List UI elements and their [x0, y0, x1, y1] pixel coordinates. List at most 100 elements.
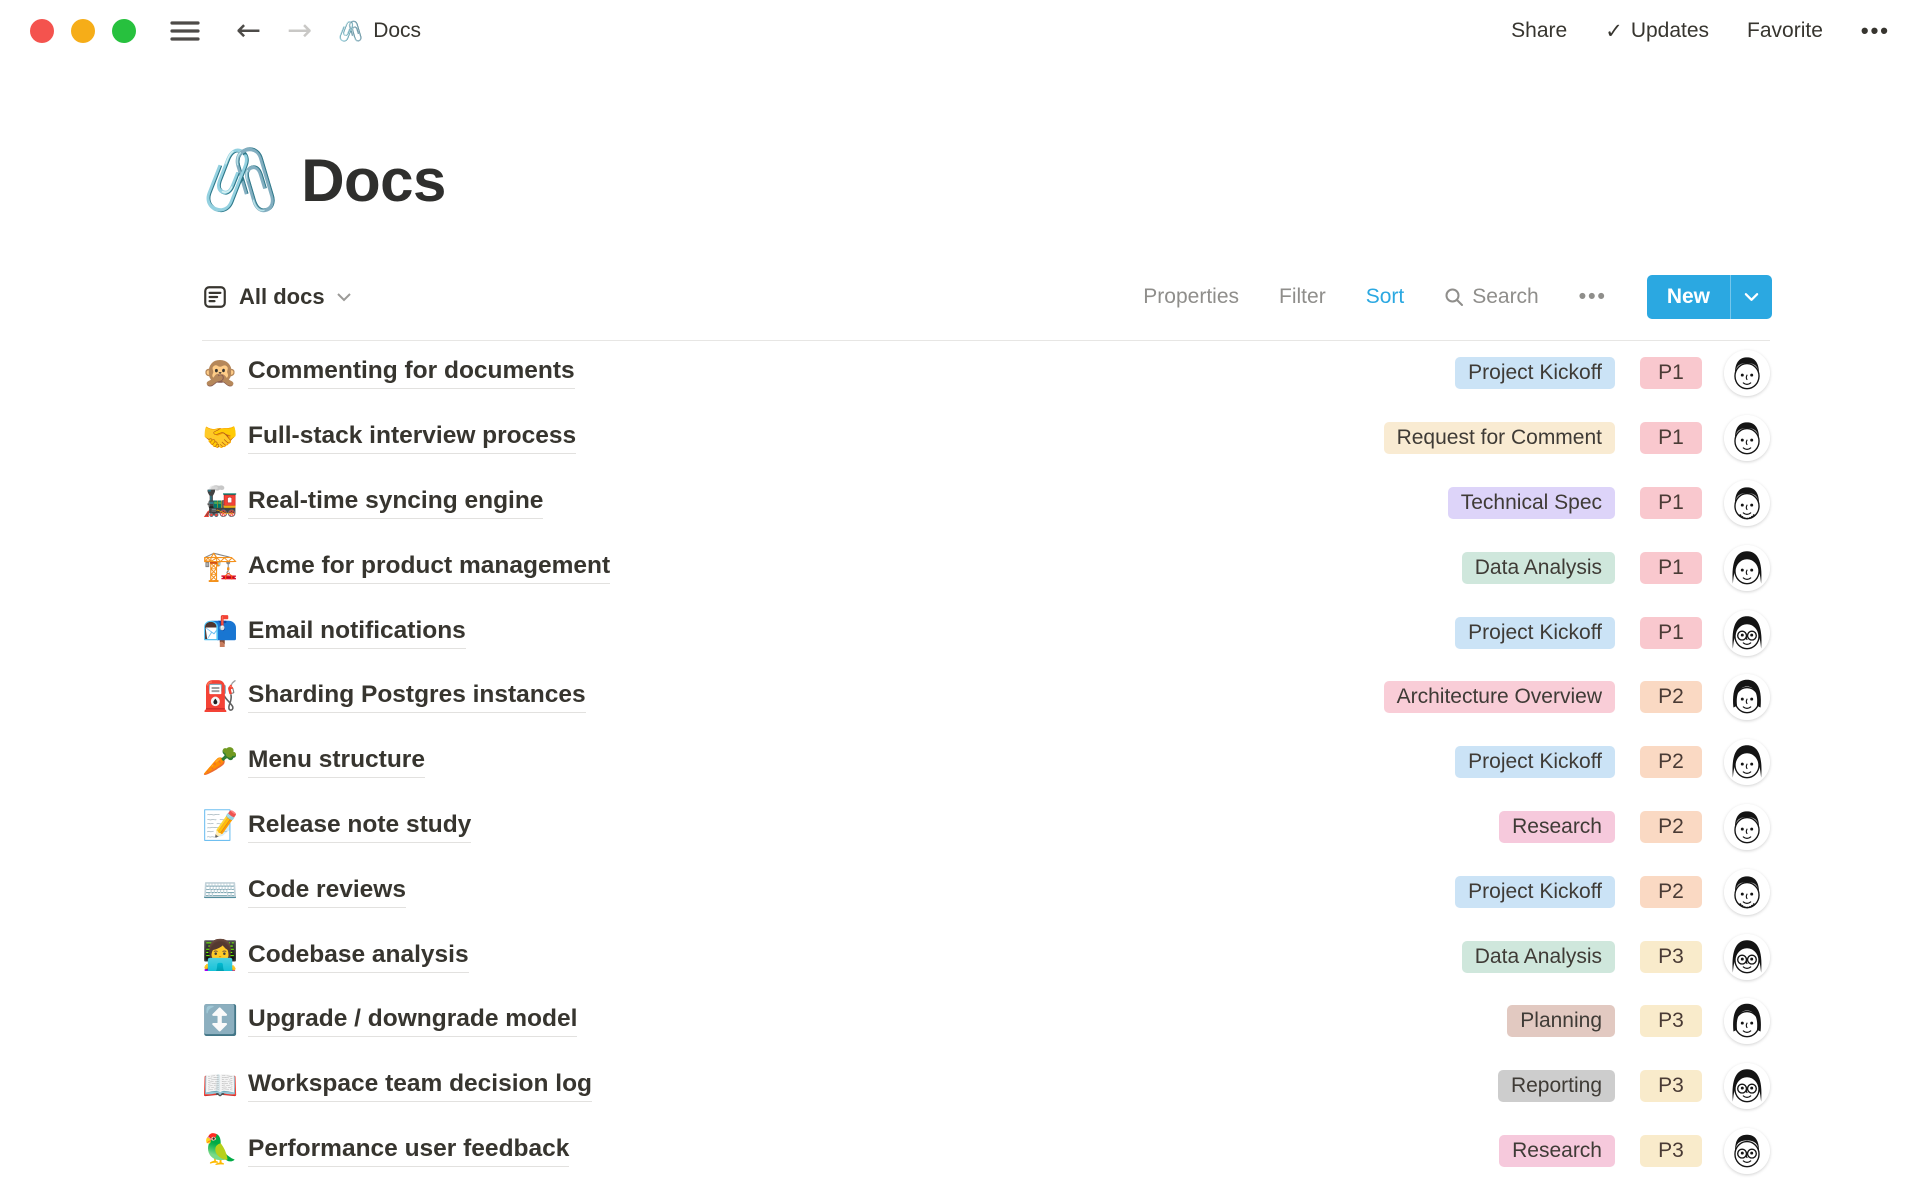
carrot-emoji: 🥕 [202, 748, 248, 777]
forward-arrow-icon[interactable]: → [287, 16, 312, 46]
view-switcher-all-docs[interactable]: All docs [202, 284, 352, 310]
minimize-window-button[interactable] [71, 19, 95, 43]
table-row[interactable]: 📖 Workspace team decision log Reporting … [202, 1054, 1770, 1119]
tag-badge[interactable]: Planning [1507, 1005, 1615, 1037]
filter-button[interactable]: Filter [1279, 285, 1326, 309]
assignee-avatar-man-stubble[interactable] [1724, 480, 1770, 526]
more-menu-icon[interactable]: ••• [1861, 18, 1890, 44]
table-row[interactable]: 🤝 Full-stack interview process Request f… [202, 406, 1770, 471]
assignee-avatar-woman-long[interactable] [1724, 739, 1770, 785]
tag-badge[interactable]: Technical Spec [1448, 487, 1615, 519]
memo-emoji: 📝 [202, 812, 248, 841]
priority-badge[interactable]: P2 [1640, 681, 1702, 713]
doc-title-link[interactable]: Full-stack interview process [248, 422, 576, 454]
properties-button[interactable]: Properties [1143, 285, 1239, 309]
zoom-window-button[interactable] [112, 19, 136, 43]
assignee-avatar-man-stubble[interactable] [1724, 869, 1770, 915]
mailbox-emoji: 📬 [202, 618, 248, 647]
tag-badge[interactable]: Research [1499, 811, 1615, 843]
parrot-emoji: 🦜 [202, 1136, 248, 1165]
favorite-button[interactable]: Favorite [1747, 19, 1823, 43]
doc-title-link[interactable]: Acme for product management [248, 552, 610, 584]
updates-button[interactable]: ✓ Updates [1605, 19, 1709, 44]
assignee-avatar-man-short[interactable] [1724, 350, 1770, 396]
doc-title-link[interactable]: Menu structure [248, 746, 425, 778]
priority-badge[interactable]: P3 [1640, 1005, 1702, 1037]
table-row[interactable]: ⛽ Sharding Postgres instances Architectu… [202, 665, 1770, 730]
table-row[interactable]: 📝 Release note study Research P2 [202, 795, 1770, 860]
priority-badge[interactable]: P2 [1640, 876, 1702, 908]
priority-badge[interactable]: P1 [1640, 552, 1702, 584]
page-paperclip-icon[interactable]: 🖇️ [202, 150, 279, 212]
priority-badge[interactable]: P2 [1640, 811, 1702, 843]
table-row[interactable]: 🥕 Menu structure Project Kickoff P2 [202, 730, 1770, 795]
close-window-button[interactable] [30, 19, 54, 43]
assignee-avatar-man-glasses[interactable] [1724, 1128, 1770, 1174]
priority-badge[interactable]: P3 [1640, 1070, 1702, 1102]
doc-title-link[interactable]: Codebase analysis [248, 941, 469, 973]
priority-badge[interactable]: P1 [1640, 422, 1702, 454]
page-title: Docs [301, 146, 446, 215]
search-icon [1444, 287, 1464, 307]
doc-title-link[interactable]: Code reviews [248, 876, 406, 908]
tag-badge[interactable]: Project Kickoff [1455, 876, 1615, 908]
priority-badge[interactable]: P1 [1640, 617, 1702, 649]
tag-badge[interactable]: Request for Comment [1384, 422, 1615, 454]
table-row[interactable]: 🏗️ Acme for product management Data Anal… [202, 535, 1770, 600]
priority-badge[interactable]: P1 [1640, 357, 1702, 389]
tag-badge[interactable]: Research [1499, 1135, 1615, 1167]
doc-title-link[interactable]: Real-time syncing engine [248, 487, 543, 519]
doc-title-link[interactable]: Email notifications [248, 617, 466, 649]
back-arrow-icon[interactable]: ← [236, 16, 261, 46]
doc-title-link[interactable]: Performance user feedback [248, 1135, 569, 1167]
tag-badge[interactable]: Data Analysis [1462, 941, 1615, 973]
assignee-avatar-person-glasses[interactable] [1724, 1063, 1770, 1109]
assignee-avatar-woman-long[interactable] [1724, 545, 1770, 591]
keyboard-emoji: ⌨️ [202, 877, 248, 906]
doc-title-link[interactable]: Workspace team decision log [248, 1070, 592, 1102]
database-toolbar: All docs Properties Filter Sort Search •… [202, 273, 1772, 320]
doc-title-link[interactable]: Release note study [248, 811, 471, 843]
tag-badge[interactable]: Project Kickoff [1455, 746, 1615, 778]
doc-title-link[interactable]: Upgrade / downgrade model [248, 1005, 577, 1037]
tag-badge[interactable]: Project Kickoff [1455, 617, 1615, 649]
new-split-button: New [1647, 275, 1772, 319]
sidebar-toggle-hamburger-icon[interactable] [170, 19, 200, 43]
priority-badge[interactable]: P3 [1640, 1135, 1702, 1167]
table-row[interactable]: 🦜 Performance user feedback Research P3 [202, 1119, 1770, 1184]
tag-badge[interactable]: Architecture Overview [1384, 681, 1615, 713]
toolbar-more-icon[interactable]: ••• [1579, 285, 1607, 309]
doc-title-link[interactable]: Sharding Postgres instances [248, 681, 586, 713]
new-dropdown-chevron-icon[interactable] [1730, 275, 1772, 319]
table-row[interactable]: 📬 Email notifications Project Kickoff P1 [202, 600, 1770, 665]
tag-badge[interactable]: Reporting [1498, 1070, 1615, 1102]
priority-badge[interactable]: P1 [1640, 487, 1702, 519]
new-button[interactable]: New [1647, 275, 1730, 319]
assignee-avatar-woman-bob[interactable] [1724, 674, 1770, 720]
assignee-avatar-woman-bob[interactable] [1724, 998, 1770, 1044]
table-row[interactable]: 🙊 Commenting for documents Project Kicko… [202, 341, 1770, 406]
updates-label: Updates [1631, 19, 1709, 43]
table-row[interactable]: ⌨️ Code reviews Project Kickoff P2 [202, 859, 1770, 924]
share-button[interactable]: Share [1511, 19, 1567, 43]
up-down-arrow-emoji: ↕️ [202, 1007, 248, 1036]
tag-badge[interactable]: Project Kickoff [1455, 357, 1615, 389]
assignee-avatar-man-short[interactable] [1724, 415, 1770, 461]
table-row[interactable]: ↕️ Upgrade / downgrade model Planning P3 [202, 989, 1770, 1054]
search-button[interactable]: Search [1444, 285, 1539, 309]
building-construction-emoji: 🏗️ [202, 553, 248, 582]
assignee-avatar-person-glasses[interactable] [1724, 610, 1770, 656]
table-row[interactable]: 👩‍💻 Codebase analysis Data Analysis P3 [202, 924, 1770, 989]
assignee-avatar-man-short[interactable] [1724, 804, 1770, 850]
sort-button[interactable]: Sort [1366, 285, 1405, 309]
doc-title-link[interactable]: Commenting for documents [248, 357, 575, 389]
list-view-icon [202, 284, 228, 310]
tag-badge[interactable]: Data Analysis [1462, 552, 1615, 584]
priority-badge[interactable]: P3 [1640, 941, 1702, 973]
window-title: Docs [373, 19, 421, 43]
paperclip-doc-icon: 🖇️ [338, 19, 363, 44]
priority-badge[interactable]: P2 [1640, 746, 1702, 778]
assignee-avatar-person-glasses[interactable] [1724, 934, 1770, 980]
breadcrumb[interactable]: 🖇️ Docs [338, 19, 421, 44]
table-row[interactable]: 🚂 Real-time syncing engine Technical Spe… [202, 471, 1770, 536]
